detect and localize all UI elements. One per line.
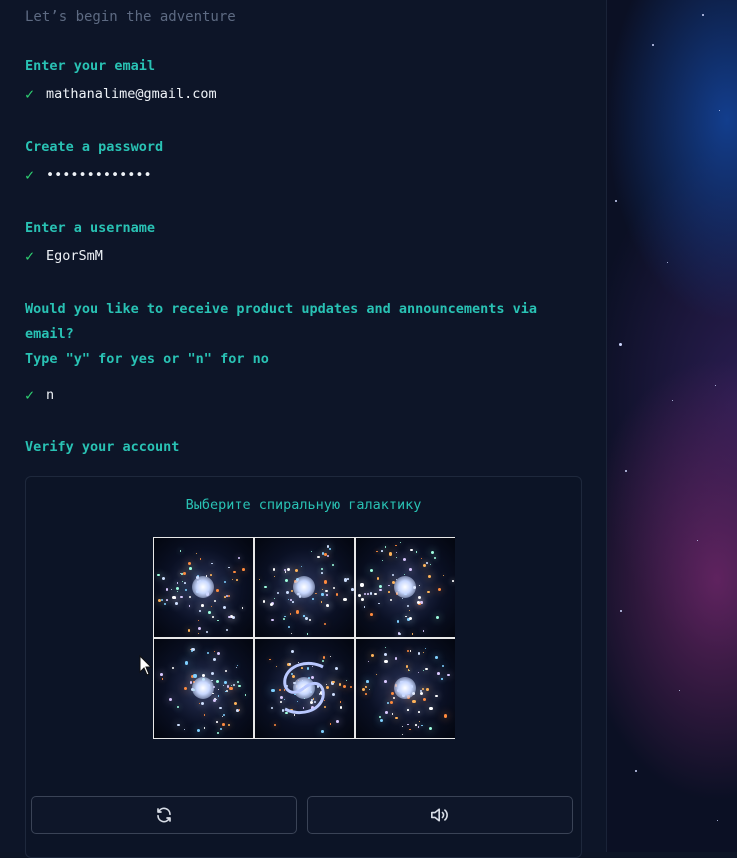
username-answer: ✓ EgorSmM xyxy=(25,247,103,265)
refresh-icon xyxy=(157,807,171,823)
intro-text: Let’s begin the adventure xyxy=(25,9,236,25)
refresh-captcha-button[interactable] xyxy=(31,796,297,834)
galaxy-tile-6[interactable] xyxy=(356,639,455,738)
captcha-box: Выберите спиральную галактику xyxy=(25,476,582,858)
updates-question: Would you like to receive product update… xyxy=(25,301,538,342)
mouse-cursor-icon xyxy=(139,655,153,676)
signup-panel: Let’s begin the adventure Enter your ema… xyxy=(0,0,607,858)
captcha-grid xyxy=(153,537,455,739)
updates-value: n xyxy=(46,387,55,403)
checkmark-icon: ✓ xyxy=(25,85,35,103)
galaxy-tile-2[interactable] xyxy=(255,538,354,637)
email-value: mathanalime@gmail.com xyxy=(46,86,217,102)
speaker-icon xyxy=(431,808,448,822)
password-value: ••••••••••••• xyxy=(46,167,152,183)
audio-captcha-button[interactable] xyxy=(307,796,573,834)
email-question: Enter your email xyxy=(25,58,156,74)
verify-label: Verify your account xyxy=(25,439,180,455)
updates-hint: Type "y" for yes or "n" for no xyxy=(25,351,269,367)
galaxy-tile-5[interactable] xyxy=(255,639,354,738)
galaxy-tile-4[interactable] xyxy=(154,639,253,738)
galaxy-tile-3[interactable] xyxy=(356,538,455,637)
captcha-title: Выберите спиральную галактику xyxy=(185,497,422,513)
checkmark-icon: ✓ xyxy=(25,166,35,184)
email-answer: ✓ mathanalime@gmail.com xyxy=(25,85,217,103)
username-value: EgorSmM xyxy=(46,248,103,264)
galaxy-tile-1[interactable] xyxy=(154,538,253,637)
checkmark-icon: ✓ xyxy=(25,386,35,404)
password-answer: ✓ ••••••••••••• xyxy=(25,166,152,184)
space-background xyxy=(607,0,737,852)
updates-answer: ✓ n xyxy=(25,386,54,404)
username-question: Enter a username xyxy=(25,220,156,236)
password-question: Create a password xyxy=(25,139,164,155)
checkmark-icon: ✓ xyxy=(25,247,35,265)
